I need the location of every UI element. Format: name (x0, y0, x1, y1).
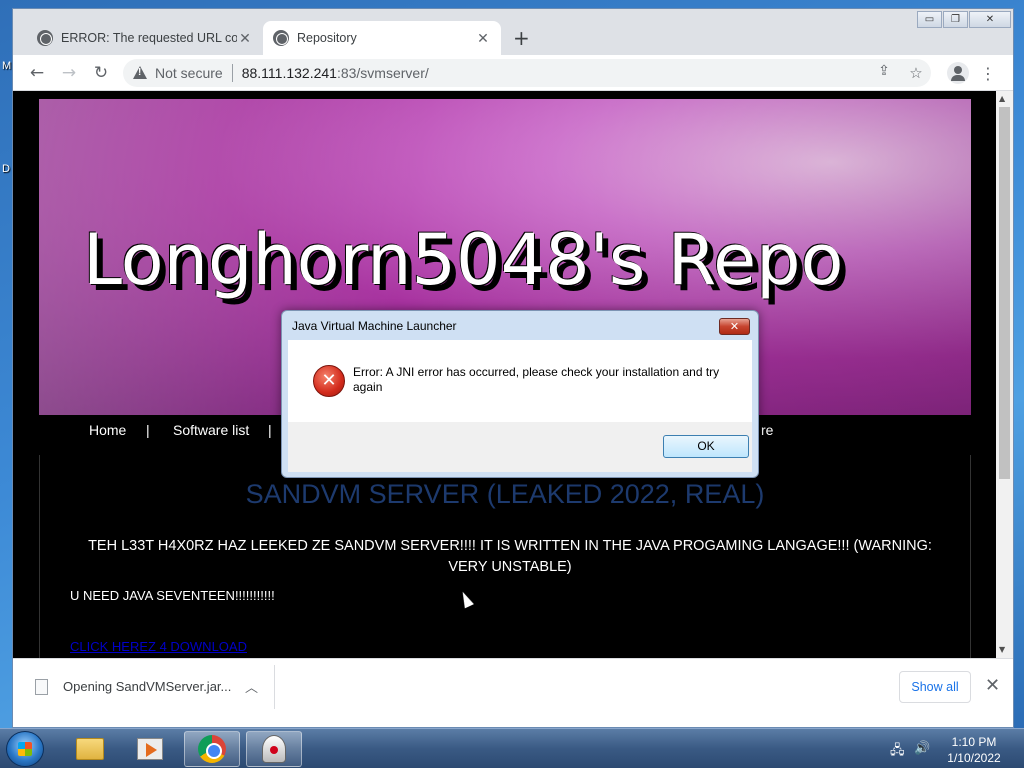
taskbar: 🖧 🔊 1:10 PM 1/10/2022 (0, 728, 1024, 768)
divider (231, 64, 233, 82)
vertical-scrollbar[interactable]: ▲ ▼ (996, 91, 1013, 658)
error-icon: ✕ (313, 365, 345, 397)
banner-title: Longhorn5048's Repo (83, 219, 844, 301)
tab-strip: ERROR: The requested URL could ✕ Reposit… (13, 9, 1013, 55)
profile-avatar-icon[interactable] (947, 62, 969, 84)
dialog-title: Java Virtual Machine Launcher (292, 319, 457, 333)
chevron-up-icon[interactable]: ︿ (245, 677, 258, 696)
requirement-text: U NEED JAVA SEVENTEEN!!!!!!!!!!! (70, 588, 275, 603)
nav-separator: | (268, 422, 272, 438)
taskbar-java[interactable] (246, 731, 302, 767)
scroll-down-icon[interactable]: ▼ (999, 645, 1005, 654)
system-clock[interactable]: 1:10 PM 1/10/2022 (935, 734, 1013, 766)
browser-toolbar: ← → ↻ Not secure 88.111.132.241 :83/svms… (13, 55, 1013, 91)
file-icon (35, 679, 48, 695)
close-icon[interactable]: ✕ (237, 30, 253, 47)
page-heading: SANDVM SERVER (LEAKED 2022, REAL) (245, 479, 765, 509)
share-icon[interactable]: ⇪ (875, 63, 893, 79)
chrome-icon (198, 735, 226, 763)
media-player-icon (137, 738, 163, 760)
forward-arrow-icon[interactable]: → (59, 63, 79, 83)
tab-repository[interactable]: Repository ✕ (263, 21, 501, 55)
address-bar[interactable]: Not secure 88.111.132.241 :83/svmserver/ (123, 59, 931, 87)
security-label[interactable]: Not secure (155, 65, 223, 81)
tab-title: ERROR: The requested URL could (61, 31, 237, 45)
scrollbar-thumb[interactable] (999, 107, 1010, 479)
restore-button[interactable]: ❐ (943, 11, 968, 28)
divider (274, 665, 275, 709)
taskbar-media-player[interactable] (122, 731, 178, 767)
error-dialog: Java Virtual Machine Launcher ✕ ✕ Error:… (281, 310, 759, 478)
tab-error[interactable]: ERROR: The requested URL could ✕ (27, 21, 263, 55)
bookmark-star-icon[interactable]: ☆ (907, 64, 925, 82)
desktop-icon-label[interactable]: D (2, 163, 10, 175)
globe-icon (37, 30, 53, 46)
ok-button[interactable]: OK (663, 435, 749, 458)
close-icon[interactable]: ✕ (475, 30, 491, 47)
back-arrow-icon[interactable]: ← (27, 63, 47, 83)
tab-title: Repository (297, 31, 357, 45)
dialog-body: ✕ Error: A JNI error has occurred, pleas… (288, 340, 752, 422)
volume-icon[interactable]: 🔊 (914, 741, 930, 756)
download-shelf: Opening SandVMServer.jar... ︿ Show all ✕ (13, 658, 1013, 715)
show-all-button[interactable]: Show all (899, 671, 971, 703)
minimize-button[interactable]: ▭ (917, 11, 942, 28)
download-item[interactable]: Opening SandVMServer.jar... (63, 679, 231, 694)
folder-icon (76, 738, 104, 760)
window-close-button[interactable]: ✕ (969, 11, 1011, 28)
new-tab-button[interactable]: + (513, 26, 530, 50)
url-host: 88.111.132.241 (241, 65, 337, 81)
taskbar-chrome[interactable] (184, 731, 240, 767)
menu-kebab-icon[interactable]: ⋮ (979, 64, 997, 83)
clock-time: 1:10 PM (951, 735, 997, 749)
desktop-icon-label[interactable]: M (2, 60, 11, 72)
warning-icon[interactable] (133, 66, 147, 80)
page-content: SANDVM SERVER (LEAKED 2022, REAL) TEH L3… (39, 455, 971, 658)
url-path: :83/svmserver/ (336, 65, 429, 81)
network-icon[interactable]: 🖧 (890, 741, 905, 763)
reload-icon[interactable]: ↻ (91, 63, 111, 83)
nav-more[interactable]: re (761, 422, 773, 438)
nav-home[interactable]: Home (89, 422, 126, 438)
close-icon[interactable]: ✕ (985, 675, 1000, 696)
dialog-footer: OK (288, 422, 752, 472)
nav-software-list[interactable]: Software list (173, 422, 249, 438)
download-link[interactable]: CLICK HEREZ 4 DOWNLOAD (70, 639, 247, 654)
page-paragraph: TEH L33T H4X0RZ HAZ LEEKED ZE SANDVM SER… (88, 538, 932, 575)
dialog-close-button[interactable]: ✕ (719, 318, 750, 335)
globe-icon (273, 30, 289, 46)
start-button[interactable] (6, 731, 44, 767)
java-icon (262, 735, 286, 763)
scroll-up-icon[interactable]: ▲ (999, 94, 1005, 103)
taskbar-explorer[interactable] (62, 731, 118, 767)
nav-separator: | (146, 422, 150, 438)
error-message: Error: A JNI error has occurred, please … (353, 365, 720, 394)
clock-date: 1/10/2022 (947, 751, 1001, 765)
